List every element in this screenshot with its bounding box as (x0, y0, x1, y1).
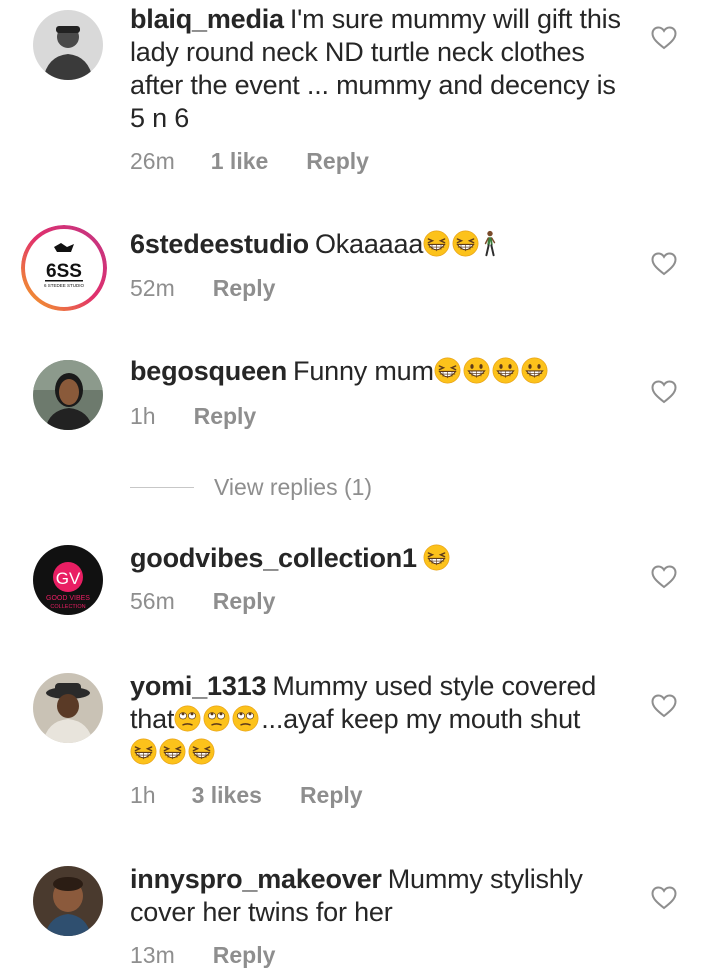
view-replies-link[interactable]: View replies (1) (130, 472, 372, 502)
comment-text: innyspro_makeover Mummy stylishly cover h… (130, 863, 630, 929)
username[interactable]: 6stedeestudio (130, 229, 309, 259)
heart-outline-icon[interactable] (651, 694, 677, 718)
studio-logo-sub: 6 STEDEE STUDIO (44, 283, 85, 288)
likes-count[interactable]: 1 like (211, 148, 269, 175)
heart-outline-icon[interactable] (651, 252, 677, 276)
avatar[interactable] (33, 866, 103, 936)
comment-time: 13m (130, 942, 175, 968)
grinning-squinting-face-emoji (423, 230, 450, 257)
grinning-squinting-face-emoji (130, 738, 157, 765)
reply-button[interactable]: Reply (213, 275, 276, 302)
username[interactable]: goodvibes_collection1 (130, 543, 417, 573)
comment-time: 52m (130, 275, 175, 301)
username[interactable]: innyspro_makeover (130, 864, 382, 894)
comment-text: blaiq_media I'm sure mummy will gift this… (130, 3, 630, 135)
avatar[interactable]: GV GOOD VIBES COLLECTION (33, 545, 103, 615)
reply-button[interactable]: Reply (213, 588, 276, 615)
gv-logo-mark: GV (56, 569, 81, 588)
avatar[interactable] (33, 10, 103, 80)
comment-body-cont: ...ayaf keep my mouth shut (261, 704, 581, 734)
gv-logo-sub: GOOD VIBES (46, 595, 90, 602)
gv-logo-sub2: COLLECTION (50, 604, 85, 610)
comment-meta: 1h 3 likes Reply (130, 782, 363, 809)
comment-text: 6stedeestudio Okaaaaa (130, 228, 630, 261)
username[interactable]: blaiq_media (130, 4, 284, 34)
view-replies-label: View replies (1) (214, 473, 373, 500)
face-with-rolling-eyes-emoji (232, 705, 259, 732)
face-with-rolling-eyes-emoji (203, 705, 230, 732)
comment-meta: 13m Reply (130, 942, 275, 969)
face-with-rolling-eyes-emoji (174, 705, 201, 732)
comment-meta: 52m Reply (130, 275, 275, 302)
comment-text: begosqueen Funny mum (130, 355, 630, 388)
heart-outline-icon[interactable] (651, 886, 677, 910)
avatar[interactable] (33, 673, 103, 743)
username[interactable]: yomi_1313 (130, 671, 267, 701)
person-walking-emoji (481, 230, 499, 257)
comment-time: 1h (130, 782, 156, 808)
grinning-squinting-face-emoji (188, 738, 215, 765)
comment-time: 56m (130, 588, 175, 614)
comment-meta: 56m Reply (130, 588, 275, 615)
likes-count[interactable]: 3 likes (192, 782, 262, 809)
heart-outline-icon[interactable] (651, 565, 677, 589)
comment-time: 1h (130, 403, 156, 429)
grinning-squinting-face-emoji (452, 230, 479, 257)
comment-body: Okaaaaa (314, 229, 424, 259)
comment-text: yomi_1313 Mummy used style covered that..… (130, 670, 630, 769)
beaming-face-emoji (492, 357, 519, 384)
avatar[interactable]: 6SS 6 STEDEE STUDIO (21, 225, 107, 311)
comment-text: goodvibes_collection1 (130, 542, 630, 575)
beaming-face-emoji (463, 357, 490, 384)
reply-button[interactable]: Reply (306, 148, 369, 175)
heart-outline-icon[interactable] (651, 26, 677, 50)
grinning-squinting-face-emoji (159, 738, 186, 765)
comment-body: Funny mum (293, 356, 434, 386)
reply-button[interactable]: Reply (300, 782, 363, 809)
reply-button[interactable]: Reply (194, 403, 257, 430)
beaming-face-emoji (521, 357, 548, 384)
grinning-squinting-face-emoji (434, 357, 461, 384)
view-replies-divider (130, 486, 194, 488)
studio-logo-mark: 6SS (46, 261, 82, 282)
avatar[interactable] (33, 360, 103, 430)
grinning-squinting-face-emoji (423, 544, 450, 571)
heart-outline-icon[interactable] (651, 380, 677, 404)
username[interactable]: begosqueen (130, 356, 287, 386)
reply-button[interactable]: Reply (213, 942, 276, 969)
comment-time: 26m (130, 148, 175, 174)
comment-meta: 26m 1 like Reply (130, 148, 369, 175)
comment-meta: 1h Reply (130, 403, 256, 430)
